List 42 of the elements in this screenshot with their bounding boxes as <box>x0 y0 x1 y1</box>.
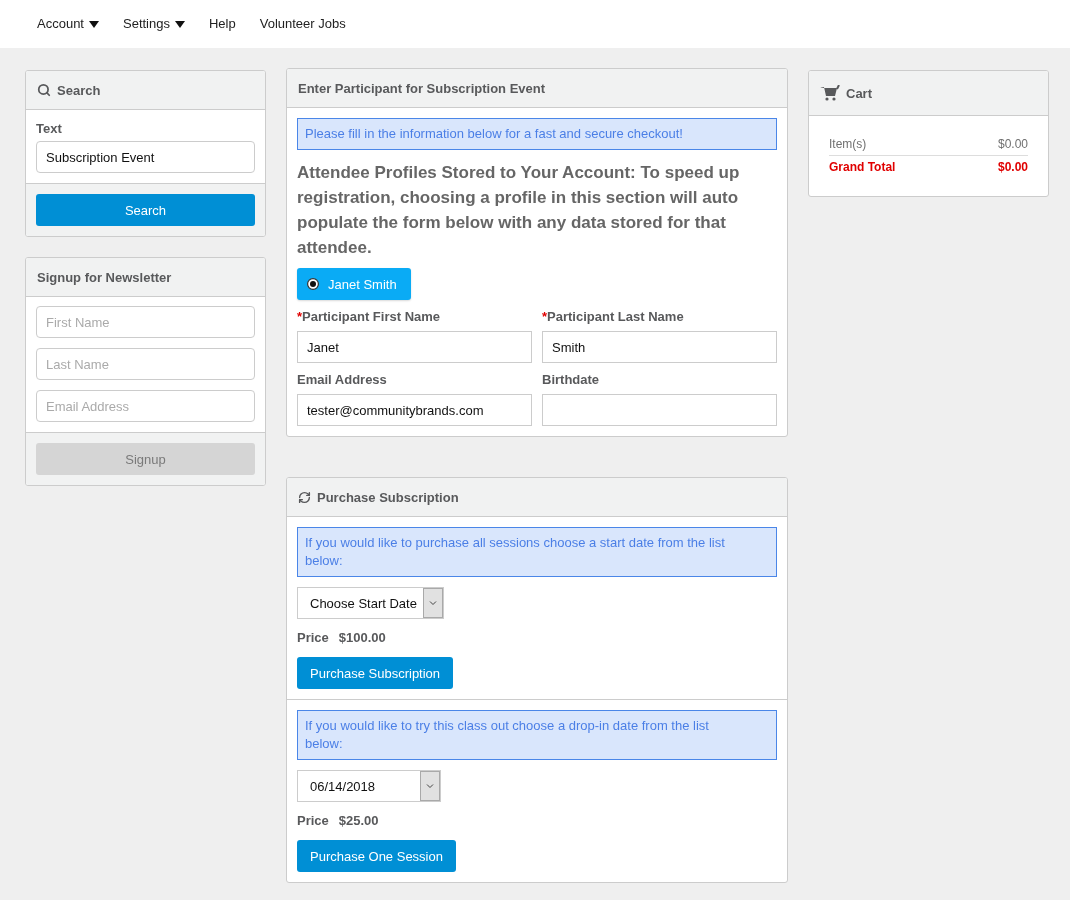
cart-line-label: Grand Total <box>829 159 896 176</box>
profiles-heading: Attendee Profiles Stored to Your Account: To speed up registration, choosing a profile in this section will auto populate the form below with any data stored for that attendee. <box>297 162 741 259</box>
panel-title: Enter Participant for Subscription Event <box>298 80 546 96</box>
cart-line-label: Item(s) <box>829 136 867 153</box>
field-label: Email Address <box>297 371 388 389</box>
cart-line-amount: $0.00 <box>997 159 1028 176</box>
price-label: Price <box>297 812 329 830</box>
search-icon <box>37 83 51 97</box>
panel-title: Search <box>57 82 101 98</box>
panel-title: Cart <box>846 85 872 101</box>
input-field[interactable]: Janet <box>297 331 532 363</box>
nav-link[interactable]: Help <box>208 15 236 33</box>
input-field[interactable]: First Name <box>36 306 255 338</box>
input-field[interactable]: Last Name <box>36 348 255 380</box>
info-notice: If you would like to try this class out choose a drop-in date from the list below: <box>297 710 777 760</box>
cart-icon <box>820 85 840 101</box>
refresh-icon <box>298 490 311 504</box>
input-field[interactable]: tester@communitybrands.com <box>297 394 532 426</box>
field-label: *Participant First Name <box>297 308 442 326</box>
field-label: Text <box>36 120 63 138</box>
field-label: Birthdate <box>542 371 601 389</box>
price-value: $100.00 <box>338 629 386 647</box>
nav-menu[interactable]: Settings <box>123 15 185 33</box>
field-label: *Participant Last Name <box>542 308 685 326</box>
nav-link[interactable]: Volunteer Jobs <box>259 15 346 33</box>
nav-menu[interactable]: Account <box>37 15 99 33</box>
purchase-button[interactable]: Purchase One Session <box>297 840 456 872</box>
date-select[interactable]: Choose Start Date <box>297 587 444 619</box>
purchase-button[interactable]: Purchase Subscription <box>297 657 454 689</box>
input-field[interactable]: Email Address <box>36 390 255 422</box>
search-field[interactable]: Subscription Event <box>36 141 255 173</box>
price-label: Price <box>297 629 329 647</box>
input-field[interactable]: Smith <box>542 331 777 363</box>
date-select[interactable]: 06/14/2018 <box>297 770 441 802</box>
search-button[interactable]: Search <box>36 194 255 226</box>
info-notice: If you would like to purchase all sessions choose a start date from the list below: <box>297 527 777 577</box>
price-value: $25.00 <box>338 812 379 830</box>
panel-title: Purchase Subscription <box>317 489 459 505</box>
cart-line-amount: $0.00 <box>997 136 1028 153</box>
input-field[interactable] <box>542 394 777 426</box>
panel-title: Signup for Newsletter <box>37 269 172 285</box>
info-notice: Please fill in the information below for a fast and secure checkout! <box>297 118 777 150</box>
